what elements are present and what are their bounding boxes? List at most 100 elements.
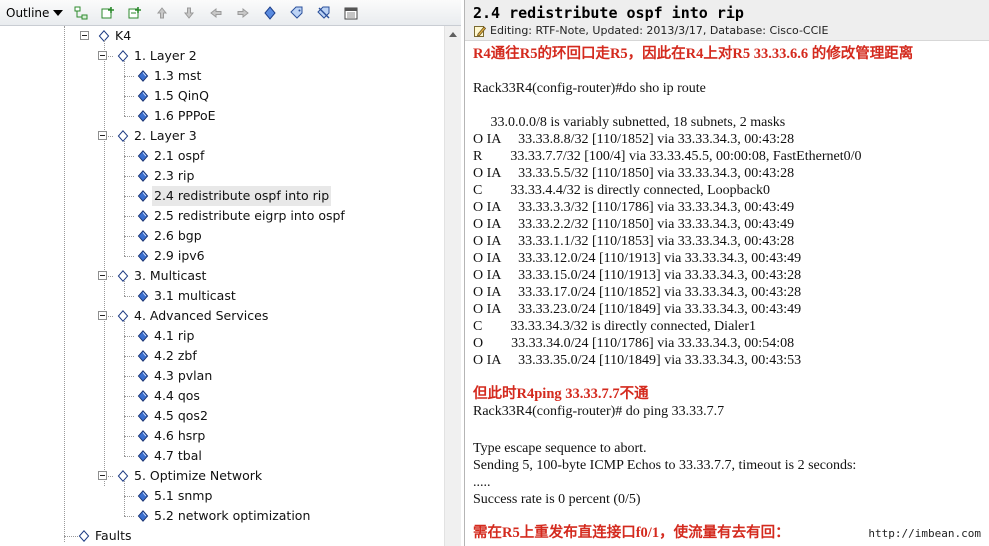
note-text-line: O IA 33.33.15.0/24 [110/1913] via 33.33.… <box>473 268 802 283</box>
tree-section-item[interactable]: 1. Layer 2 <box>0 46 444 66</box>
note-node-icon <box>137 510 149 522</box>
tree-section-item[interactable]: 5. Optimize Network <box>0 466 444 486</box>
tree-note-item[interactable]: 1.5 QinQ <box>0 86 444 106</box>
note-title: 2.4 redistribute ospf into rip <box>473 4 744 22</box>
remove-tag-icon[interactable] <box>315 4 333 22</box>
tree-note-item[interactable]: 2.9 ipv6 <box>0 246 444 266</box>
note-node-icon <box>78 530 90 542</box>
tree-item-label: 4.7 tbal <box>154 448 202 463</box>
tree-section-item[interactable]: 2. Layer 3 <box>0 126 444 146</box>
collapse-toggle-icon[interactable] <box>98 471 107 480</box>
tree-item-label: Faults <box>95 528 132 543</box>
section-node-icon <box>117 470 129 482</box>
tree-item-label: 2.4 redistribute ospf into rip <box>152 186 332 206</box>
note-text-line: Sending 5, 100-byte ICMP Echos to 33.33.… <box>473 458 857 473</box>
calendar-icon[interactable] <box>342 4 360 22</box>
note-node-icon <box>137 370 149 382</box>
tree-item-label: 4.5 qos2 <box>154 408 208 423</box>
tree-note-item[interactable]: 3.1 multicast <box>0 286 444 306</box>
outline-dropdown-icon[interactable] <box>52 7 64 19</box>
note-text-line: O 33.33.34.0/24 [110/1786] via 33.33.34.… <box>473 336 795 351</box>
note-node-icon <box>137 230 149 242</box>
note-text-line: 33.0.0.0/8 is variably subnetted, 18 sub… <box>473 115 786 130</box>
tree-item-label: 3. Multicast <box>134 268 207 283</box>
tree-note-item[interactable]: 4.1 rip <box>0 326 444 346</box>
tree-note-item[interactable]: 1.3 mst <box>0 66 444 86</box>
tree-item-label: 2.6 bgp <box>154 228 202 243</box>
note-comment-line: 需在R5上重发布直连接口f0/1，使流量有去有回： <box>473 525 790 541</box>
tree-section-item[interactable]: 3. Multicast <box>0 266 444 286</box>
scroll-up-icon[interactable] <box>445 26 461 43</box>
tree-item-label: 1. Layer 2 <box>134 48 197 63</box>
section-node-icon <box>117 130 129 142</box>
tree-note-item[interactable]: 2.1 ospf <box>0 146 444 166</box>
tree-note-item[interactable]: 4.4 qos <box>0 386 444 406</box>
tree-item-label: 4.2 zbf <box>154 348 197 363</box>
tree-note-item[interactable]: 4.2 zbf <box>0 346 444 366</box>
tree-note-item[interactable]: 5.1 snmp <box>0 486 444 506</box>
tree-item-label: 4. Advanced Services <box>134 308 269 323</box>
note-text-line: Rack33R4(config-router)#do sho ip route <box>473 81 706 96</box>
tree-note-item[interactable]: 2.3 rip <box>0 166 444 186</box>
note-node-icon <box>137 430 149 442</box>
add-child-icon[interactable] <box>99 4 117 22</box>
note-text-line: O IA 33.33.2.2/32 [110/1850] via 33.33.3… <box>473 217 795 232</box>
add-child-alt-icon[interactable] <box>126 4 144 22</box>
tree-item-label: 2. Layer 3 <box>134 128 197 143</box>
tree-note-item[interactable]: 2.6 bgp <box>0 226 444 246</box>
note-node-icon <box>137 250 149 262</box>
outline-scrollbar[interactable] <box>444 26 461 546</box>
tree-item-label: 5. Optimize Network <box>134 468 263 483</box>
watermark: http://imbean.com <box>868 527 981 540</box>
move-right-icon[interactable] <box>234 4 252 22</box>
note-node-icon <box>137 410 149 422</box>
note-text-line: R 33.33.7.7/32 [100/4] via 33.33.45.5, 0… <box>473 149 862 164</box>
tree-note-item[interactable]: 5.2 network optimization <box>0 506 444 526</box>
outline-toolbar: Outline <box>0 0 461 26</box>
note-node-icon <box>137 150 149 162</box>
tree-note-item[interactable]: 2.5 redistribute eigrp into ospf <box>0 206 444 226</box>
move-up-icon[interactable] <box>153 4 171 22</box>
note-text-line: O IA 33.33.1.1/32 [110/1853] via 33.33.3… <box>473 234 795 249</box>
collapse-toggle-icon[interactable] <box>98 131 107 140</box>
note-text-line: O IA 33.33.12.0/24 [110/1913] via 33.33.… <box>473 251 802 266</box>
note-text-line: Type escape sequence to abort. <box>473 441 647 456</box>
tree-note-item[interactable]: 4.5 qos2 <box>0 406 444 426</box>
edit-pencil-icon <box>474 25 486 37</box>
collapse-toggle-icon[interactable] <box>98 271 107 280</box>
add-sibling-icon[interactable] <box>72 4 90 22</box>
note-node-icon <box>137 70 149 82</box>
tree-item-label: 5.2 network optimization <box>154 508 311 523</box>
outline-label: Outline <box>6 5 50 20</box>
collapse-toggle-icon[interactable] <box>80 31 89 40</box>
move-left-icon[interactable] <box>207 4 225 22</box>
note-editor[interactable]: R4通往R5的环回口走R5，因此在R4上对R5 33.33.6.6 的修改管理距… <box>465 42 989 546</box>
tree-item-label: 5.1 snmp <box>154 488 213 503</box>
tree-item-root[interactable]: K4 <box>0 26 444 46</box>
tree-note-item[interactable]: 4.7 tbal <box>0 446 444 466</box>
tree-note-item[interactable]: 4.3 pvlan <box>0 366 444 386</box>
note-text-line: Rack33R4(config-router)# do ping 33.33.7… <box>473 404 725 419</box>
note-text-line: O IA 33.33.23.0/24 [110/1849] via 33.33.… <box>473 302 802 317</box>
editing-status-text: Editing: RTF-Note, Updated: 2013/3/17, D… <box>490 24 829 37</box>
note-text-line: C 33.33.4.4/32 is directly connected, Lo… <box>473 183 771 198</box>
note-node-icon <box>137 450 149 462</box>
collapse-toggle-icon[interactable] <box>98 311 107 320</box>
tree-item-label: 1.3 mst <box>154 68 202 83</box>
move-down-icon[interactable] <box>180 4 198 22</box>
tree-item-label: 2.9 ipv6 <box>154 248 205 263</box>
tree-item-faults[interactable]: Faults <box>0 526 444 546</box>
note-node-icon <box>137 330 149 342</box>
note-text-line: O IA 33.33.5.5/32 [110/1850] via 33.33.3… <box>473 166 795 181</box>
collapse-toggle-icon[interactable] <box>98 51 107 60</box>
tag-icon[interactable] <box>288 4 306 22</box>
note-text-line: C 33.33.34.3/32 is directly connected, D… <box>473 319 757 334</box>
tree-note-item[interactable]: 4.6 hsrp <box>0 426 444 446</box>
tree-note-item[interactable]: 1.6 PPPoE <box>0 106 444 126</box>
tree-note-item[interactable]: 2.4 redistribute ospf into rip <box>0 186 444 206</box>
tree-item-label: 2.1 ospf <box>154 148 205 163</box>
tree-section-item[interactable]: 4. Advanced Services <box>0 306 444 326</box>
node-icon[interactable] <box>261 4 279 22</box>
note-header: 2.4 redistribute ospf into rip Editing: … <box>465 0 989 41</box>
note-node-icon <box>137 190 149 202</box>
